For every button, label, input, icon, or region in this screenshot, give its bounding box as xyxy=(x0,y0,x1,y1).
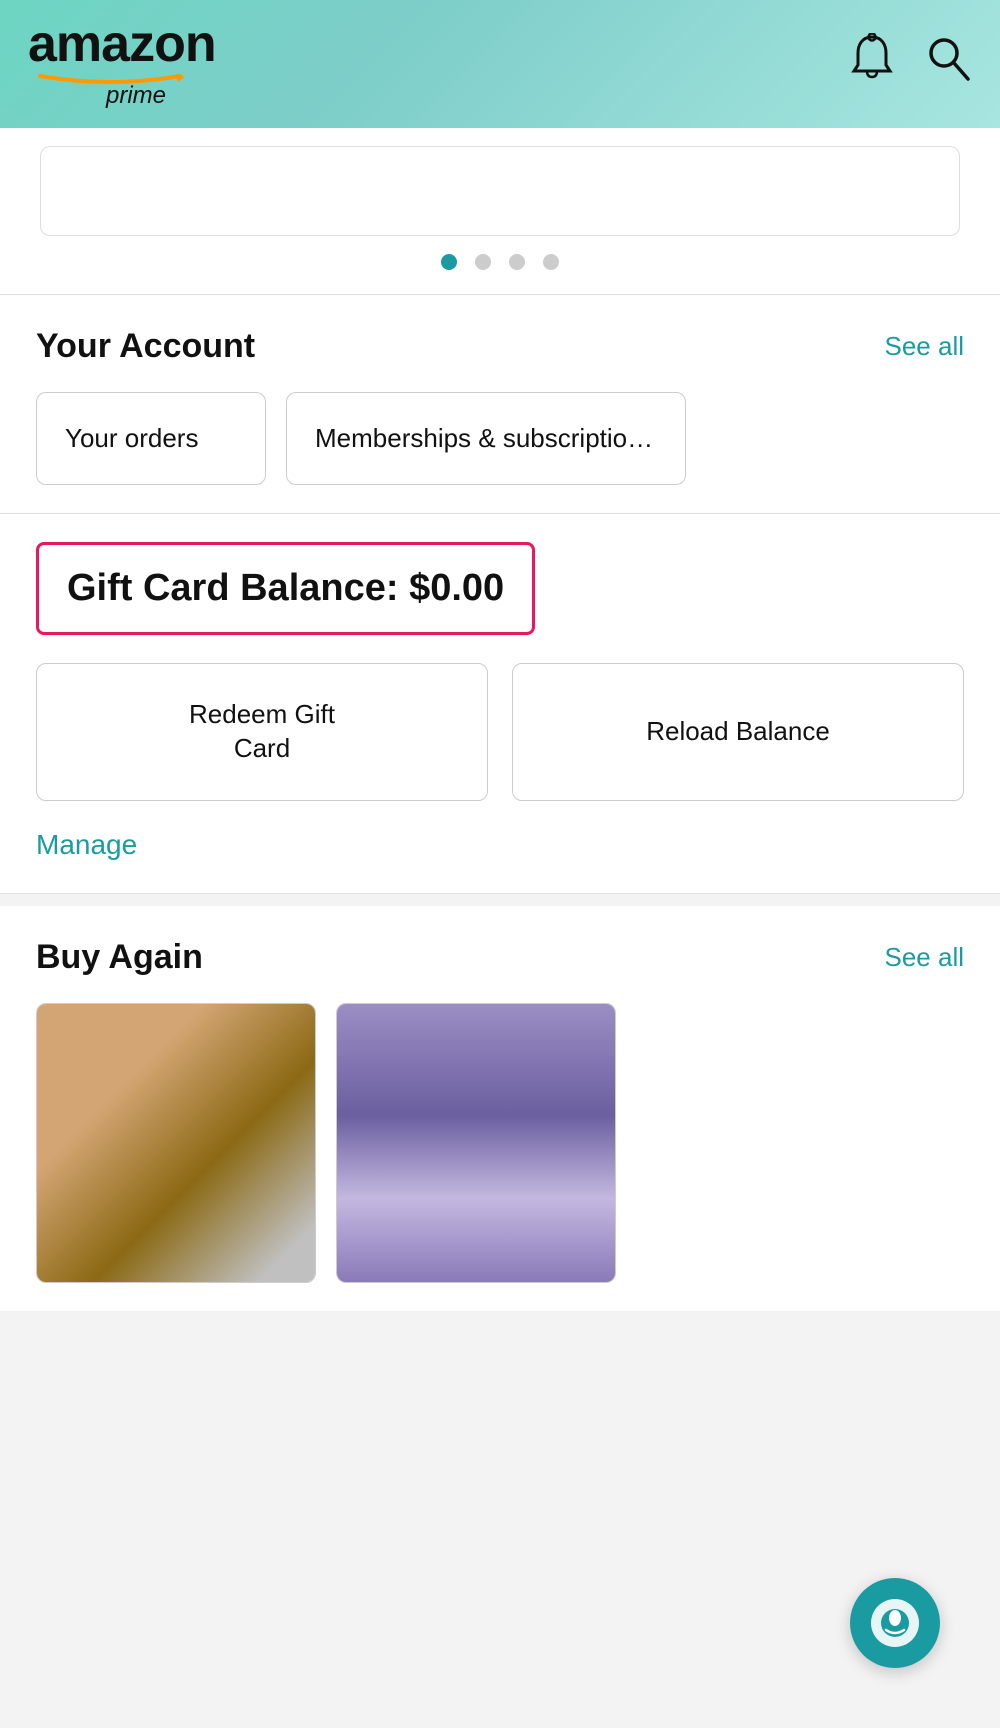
memberships-label: Memberships & subscriptio… xyxy=(315,423,653,453)
buy-again-see-all[interactable]: See all xyxy=(885,942,965,973)
carousel-dots xyxy=(441,254,559,270)
prime-label: prime xyxy=(106,82,216,110)
gift-card-section: Gift Card Balance: $0.00 Redeem GiftCard… xyxy=(0,514,1000,893)
account-cards: Your orders Memberships & subscriptio… xyxy=(36,392,964,485)
gift-card-balance-box: Gift Card Balance: $0.00 xyxy=(36,542,535,635)
bell-icon[interactable] xyxy=(848,33,896,95)
alexa-icon xyxy=(868,1596,922,1650)
product-image-1 xyxy=(37,1004,315,1282)
carousel-dot-3[interactable] xyxy=(509,254,525,270)
carousel-dot-4[interactable] xyxy=(543,254,559,270)
carousel-section xyxy=(0,128,1000,294)
memberships-card[interactable]: Memberships & subscriptio… xyxy=(286,392,686,485)
your-account-see-all[interactable]: See all xyxy=(885,331,965,362)
header-icons xyxy=(848,33,972,95)
gift-card-buttons: Redeem GiftCard Reload Balance xyxy=(36,663,964,801)
carousel-dot-2[interactable] xyxy=(475,254,491,270)
your-orders-label: Your orders xyxy=(65,423,198,453)
your-account-title: Your Account xyxy=(36,327,255,366)
buy-again-items xyxy=(36,1003,964,1283)
your-account-header: Your Account See all xyxy=(36,327,964,366)
your-account-section: Your Account See all Your orders Members… xyxy=(0,295,1000,513)
buy-again-item-2[interactable] xyxy=(336,1003,616,1283)
redeem-gift-card-button[interactable]: Redeem GiftCard xyxy=(36,663,488,801)
carousel-dot-1[interactable] xyxy=(441,254,457,270)
your-orders-card[interactable]: Your orders xyxy=(36,392,266,485)
app-header: amazon prime xyxy=(0,0,1000,128)
gift-card-balance-text: Gift Card Balance: $0.00 xyxy=(67,567,504,609)
product-image-2 xyxy=(337,1004,615,1282)
alexa-fab-button[interactable] xyxy=(850,1578,940,1668)
buy-again-item-1[interactable] xyxy=(36,1003,316,1283)
reload-balance-button[interactable]: Reload Balance xyxy=(512,663,964,801)
amazon-wordmark: amazon xyxy=(28,18,216,70)
buy-again-header: Buy Again See all xyxy=(36,938,964,977)
carousel-card xyxy=(40,146,960,236)
amazon-logo: amazon prime xyxy=(28,18,216,110)
buy-again-title: Buy Again xyxy=(36,938,203,977)
search-icon[interactable] xyxy=(924,33,972,95)
manage-link[interactable]: Manage xyxy=(36,829,137,861)
divider-3 xyxy=(0,893,1000,894)
buy-again-section: Buy Again See all xyxy=(0,906,1000,1311)
